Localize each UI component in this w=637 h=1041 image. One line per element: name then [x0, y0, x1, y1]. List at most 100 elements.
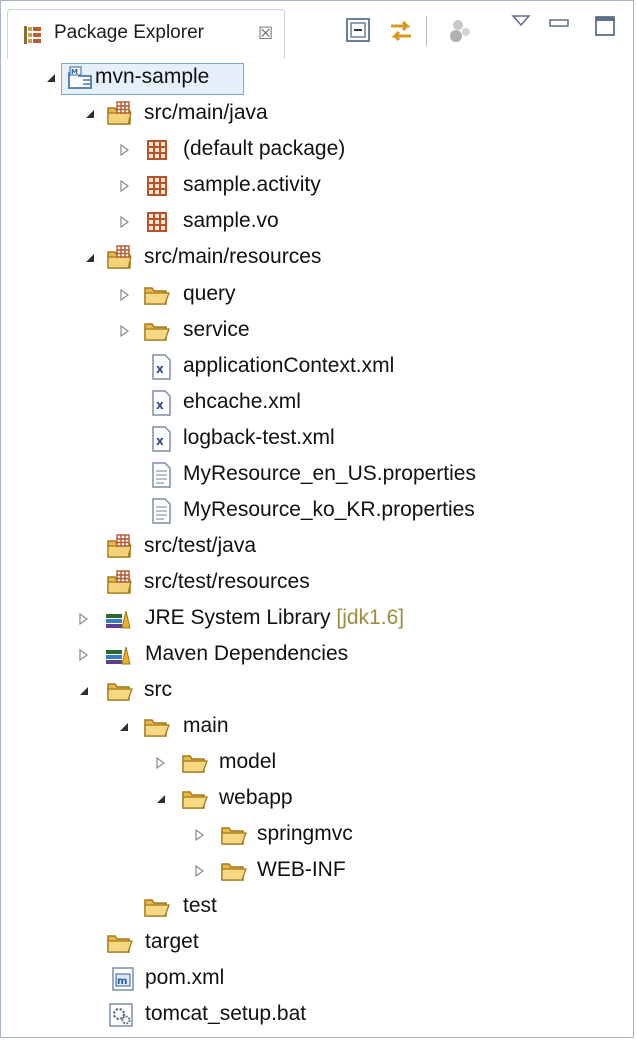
- folder-icon: [181, 749, 209, 777]
- tree-item[interactable]: sample.activity: [1, 169, 631, 205]
- tree-item[interactable]: JRE System Library [jdk1.6]: [1, 602, 631, 638]
- folder-icon: [220, 821, 248, 849]
- collapse-all-icon[interactable]: [345, 17, 371, 47]
- source-folder-icon: [106, 244, 134, 272]
- folder-icon: [143, 281, 171, 309]
- expand-arrow-icon[interactable]: [118, 323, 132, 338]
- tree-item-label: Maven Dependencies: [145, 642, 349, 665]
- maven-project-icon: M: [67, 64, 95, 92]
- tree-item[interactable]: WEB-INF: [1, 854, 631, 890]
- tree-item[interactable]: service: [1, 314, 631, 350]
- tree-item-label: test: [183, 894, 217, 917]
- tree-item[interactable]: MyResource_ko_KR.properties: [1, 494, 631, 530]
- source-folder-icon: [106, 569, 134, 597]
- svg-text:m: m: [117, 976, 127, 987]
- tree-item-label: webapp: [219, 786, 293, 809]
- tree-item-label: query: [183, 282, 236, 305]
- xml-file-icon: x: [147, 389, 175, 417]
- tree-item-label: ehcache.xml: [183, 390, 301, 413]
- tree-item[interactable]: m pom.xml: [1, 962, 631, 998]
- expand-arrow-icon[interactable]: [193, 863, 207, 878]
- tree-item[interactable]: target: [1, 926, 631, 962]
- collapse-arrow-icon[interactable]: [154, 791, 168, 805]
- library-icon: [104, 641, 132, 669]
- tree-item-label: sample.vo: [183, 209, 279, 232]
- tree-item-label: JRE System Library [jdk1.6]: [145, 606, 405, 629]
- tree-item[interactable]: M mvn-sample: [1, 61, 631, 97]
- folder-icon: [106, 677, 134, 705]
- tree-item[interactable]: main: [1, 710, 631, 746]
- tree-item[interactable]: x logback-test.xml: [1, 422, 631, 458]
- tree-item[interactable]: MyResource_en_US.properties: [1, 458, 631, 494]
- tree-item[interactable]: Maven Dependencies: [1, 638, 631, 674]
- package-icon: [143, 136, 171, 164]
- expand-arrow-icon[interactable]: [118, 178, 132, 193]
- tree-item[interactable]: src/main/java: [1, 97, 631, 133]
- toolbar-separator: [426, 16, 427, 46]
- expand-arrow-icon[interactable]: [77, 611, 91, 626]
- xml-file-icon: x: [147, 353, 175, 381]
- library-icon: [104, 605, 132, 633]
- view-tab[interactable]: Package Explorer ☒: [7, 9, 285, 59]
- tree-item[interactable]: webapp: [1, 782, 631, 818]
- folder-icon: [220, 857, 248, 885]
- expand-arrow-icon[interactable]: [118, 287, 132, 302]
- tree-item[interactable]: tomcat_setup.bat: [1, 998, 631, 1034]
- collapse-arrow-icon[interactable]: [44, 70, 58, 84]
- tree-item[interactable]: src: [1, 674, 631, 710]
- expand-arrow-icon[interactable]: [118, 142, 132, 157]
- collapse-arrow-icon[interactable]: [77, 683, 91, 697]
- text-file-icon: [147, 497, 175, 525]
- folder-icon: [143, 317, 171, 345]
- close-icon[interactable]: ☒: [258, 24, 273, 44]
- view-header: Package Explorer ☒: [1, 1, 633, 59]
- tree-item-label: target: [145, 930, 199, 953]
- collapse-arrow-icon[interactable]: [117, 719, 131, 733]
- tree-item[interactable]: src/main/resources: [1, 241, 631, 277]
- filters-icon[interactable]: [446, 17, 474, 49]
- minimize-icon[interactable]: [547, 13, 571, 37]
- tree-item-decoration: [jdk1.6]: [330, 606, 405, 629]
- maven-pom-icon: m: [109, 965, 137, 993]
- package-explorer-view: Package Explorer ☒ M mvn-sample src/main…: [0, 0, 634, 1038]
- tree-item[interactable]: query: [1, 278, 631, 314]
- tree-item[interactable]: src/test/resources: [1, 566, 631, 602]
- svg-text:M: M: [71, 68, 78, 76]
- tree-item-label: main: [183, 714, 229, 737]
- xml-file-icon: x: [147, 425, 175, 453]
- collapse-arrow-icon[interactable]: [83, 106, 97, 120]
- folder-icon: [143, 713, 171, 741]
- package-icon: [143, 208, 171, 236]
- source-folder-icon: [106, 100, 134, 128]
- tree-item[interactable]: model: [1, 746, 631, 782]
- batch-file-icon: [107, 1001, 135, 1029]
- tree-item-label: pom.xml: [145, 966, 225, 989]
- tree-item-label: WEB-INF: [257, 858, 346, 881]
- tree-item[interactable]: sample.vo: [1, 205, 631, 241]
- expand-arrow-icon[interactable]: [193, 827, 207, 842]
- tree-item[interactable]: test: [1, 890, 631, 926]
- folder-icon: [106, 929, 134, 957]
- tree-item[interactable]: x ehcache.xml: [1, 386, 631, 422]
- tree-item[interactable]: (default package): [1, 133, 631, 169]
- tree-item-label: src/test/java: [144, 534, 257, 557]
- text-file-icon: [147, 461, 175, 489]
- tree-item[interactable]: x applicationContext.xml: [1, 350, 631, 386]
- tree-item[interactable]: springmvc: [1, 818, 631, 854]
- link-with-editor-icon[interactable]: [387, 17, 415, 49]
- tree-item-label: mvn-sample: [95, 65, 210, 88]
- folder-icon: [181, 785, 209, 813]
- maximize-icon[interactable]: [593, 14, 617, 42]
- expand-arrow-icon[interactable]: [77, 647, 91, 662]
- expand-arrow-icon[interactable]: [154, 755, 168, 770]
- package-explorer-icon: [22, 24, 44, 50]
- tree-item-label: src/test/resources: [144, 570, 310, 593]
- tree-item-label: applicationContext.xml: [183, 354, 395, 377]
- svg-text:x: x: [156, 398, 164, 412]
- view-menu-icon[interactable]: [511, 13, 531, 33]
- tree-item[interactable]: src/test/java: [1, 530, 631, 566]
- tree-item-label: src/main/java: [144, 101, 268, 124]
- view-title: Package Explorer: [54, 22, 204, 43]
- expand-arrow-icon[interactable]: [118, 214, 132, 229]
- collapse-arrow-icon[interactable]: [83, 250, 97, 264]
